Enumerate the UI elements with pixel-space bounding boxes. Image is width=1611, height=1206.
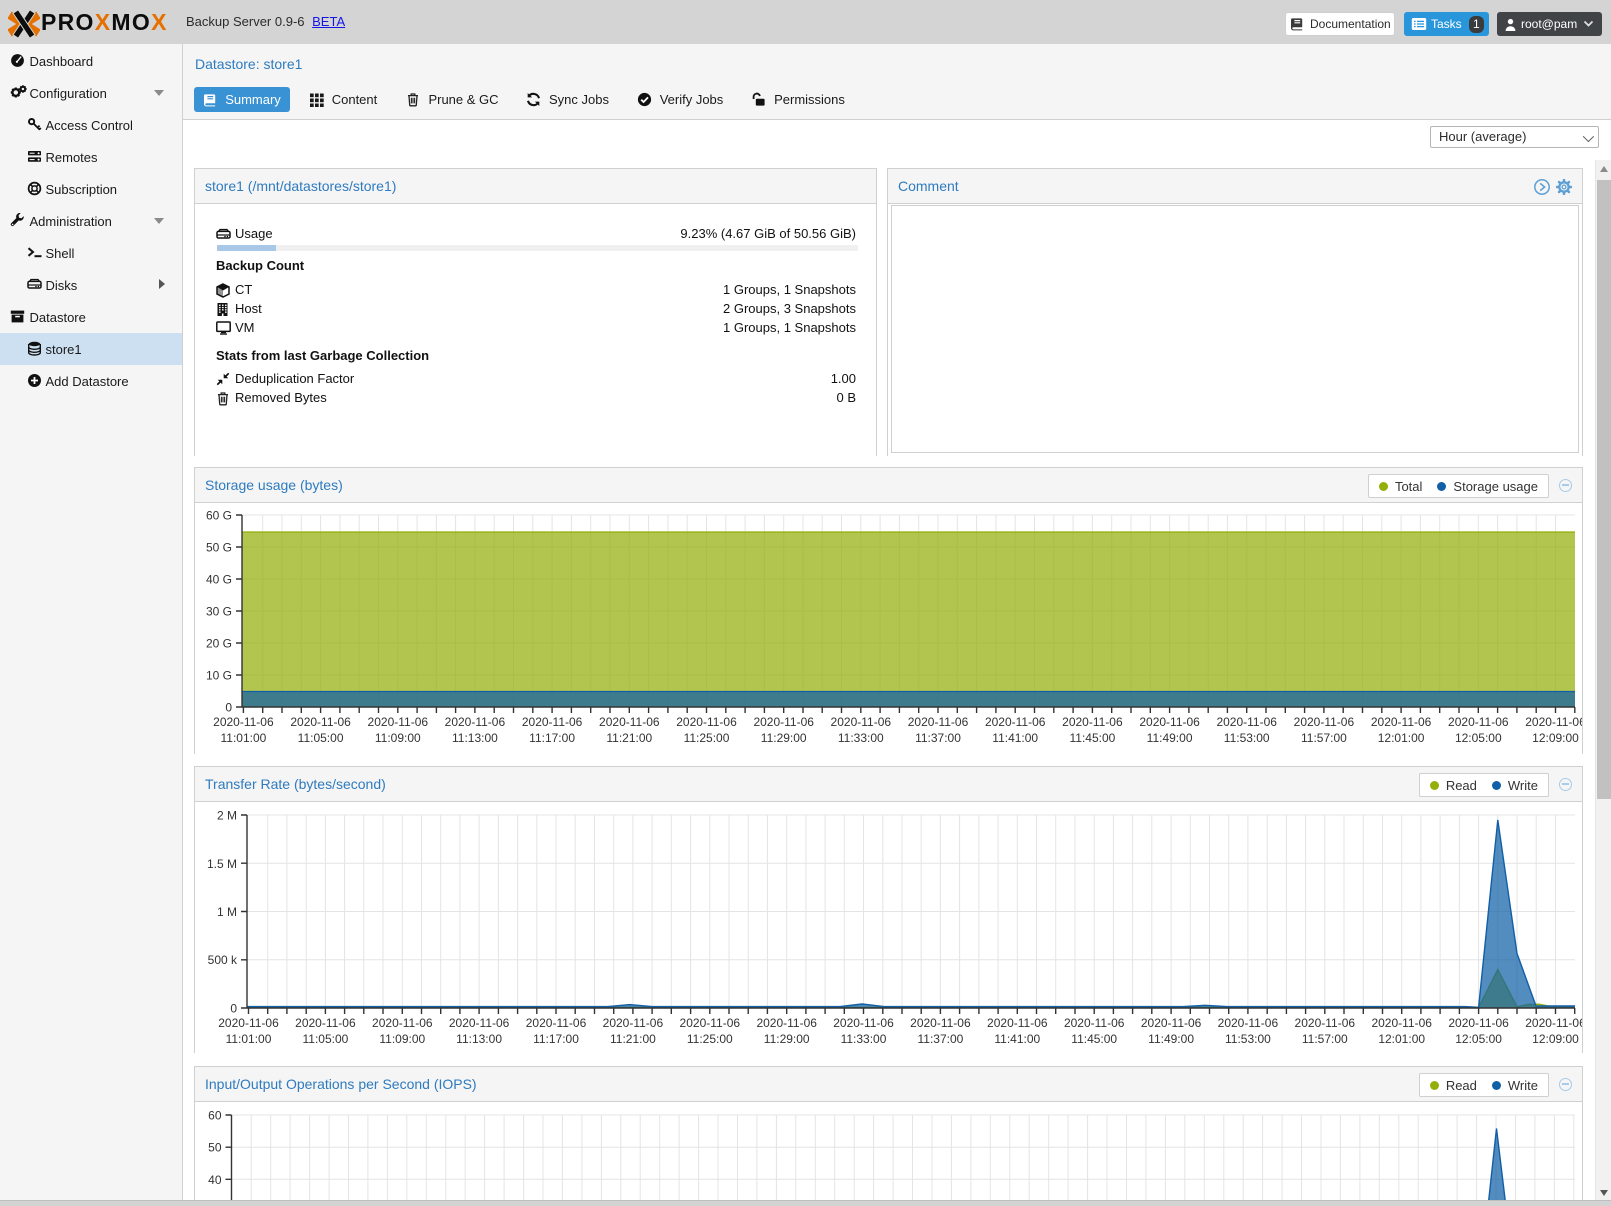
svg-text:2020-11-06: 2020-11-06 — [833, 1016, 894, 1030]
svg-text:500 k: 500 k — [208, 953, 238, 967]
svg-text:11:05:00: 11:05:00 — [298, 731, 344, 745]
svg-text:11:21:00: 11:21:00 — [610, 1032, 656, 1046]
svg-text:11:49:00: 11:49:00 — [1147, 731, 1193, 745]
svg-text:11:57:00: 11:57:00 — [1302, 1032, 1348, 1046]
svg-text:2020-11-06: 2020-11-06 — [908, 715, 969, 729]
svg-text:2020-11-06: 2020-11-06 — [987, 1016, 1048, 1030]
svg-text:11:09:00: 11:09:00 — [375, 731, 421, 745]
svg-text:2020-11-06: 2020-11-06 — [1294, 715, 1355, 729]
svg-text:11:25:00: 11:25:00 — [687, 1032, 733, 1046]
svg-text:2020-11-06: 2020-11-06 — [1295, 1016, 1356, 1030]
svg-text:2020-11-06: 2020-11-06 — [1371, 1016, 1432, 1030]
svg-text:2020-11-06: 2020-11-06 — [1139, 715, 1200, 729]
svg-text:2020-11-06: 2020-11-06 — [290, 715, 351, 729]
svg-text:11:25:00: 11:25:00 — [684, 731, 730, 745]
svg-text:11:37:00: 11:37:00 — [917, 1032, 963, 1046]
svg-text:11:01:00: 11:01:00 — [226, 1032, 272, 1046]
svg-text:2020-11-06: 2020-11-06 — [1218, 1016, 1279, 1030]
svg-text:2020-11-06: 2020-11-06 — [603, 1016, 664, 1030]
svg-text:12:01:00: 12:01:00 — [1378, 1032, 1425, 1046]
svg-text:11:13:00: 11:13:00 — [452, 731, 498, 745]
svg-text:11:41:00: 11:41:00 — [994, 1032, 1040, 1046]
svg-text:2020-11-06: 2020-11-06 — [372, 1016, 433, 1030]
svg-text:0: 0 — [230, 1002, 237, 1016]
svg-text:2020-11-06: 2020-11-06 — [985, 715, 1046, 729]
svg-text:2020-11-06: 2020-11-06 — [445, 715, 506, 729]
svg-text:2020-11-06: 2020-11-06 — [295, 1016, 356, 1030]
svg-text:10 G: 10 G — [206, 669, 232, 683]
svg-text:2020-11-06: 2020-11-06 — [676, 715, 737, 729]
svg-text:30 G: 30 G — [206, 605, 232, 619]
svg-text:11:29:00: 11:29:00 — [764, 1032, 810, 1046]
svg-text:11:01:00: 11:01:00 — [220, 731, 266, 745]
svg-text:11:05:00: 11:05:00 — [302, 1032, 348, 1046]
svg-text:40: 40 — [208, 1173, 222, 1187]
svg-text:11:17:00: 11:17:00 — [529, 731, 575, 745]
svg-text:50: 50 — [208, 1141, 222, 1155]
svg-text:40 G: 40 G — [206, 573, 232, 587]
svg-text:11:29:00: 11:29:00 — [761, 731, 807, 745]
svg-text:11:13:00: 11:13:00 — [456, 1032, 502, 1046]
svg-text:11:09:00: 11:09:00 — [379, 1032, 425, 1046]
svg-text:0: 0 — [225, 701, 232, 715]
svg-text:11:33:00: 11:33:00 — [841, 1032, 887, 1046]
svg-text:50 G: 50 G — [206, 541, 232, 555]
svg-text:2020-11-06: 2020-11-06 — [599, 715, 660, 729]
svg-text:12:01:00: 12:01:00 — [1378, 731, 1425, 745]
svg-text:2020-11-06: 2020-11-06 — [1064, 1016, 1125, 1030]
svg-text:11:21:00: 11:21:00 — [606, 731, 652, 745]
svg-text:2020-11-06: 2020-11-06 — [218, 1016, 279, 1030]
svg-text:11:49:00: 11:49:00 — [1148, 1032, 1194, 1046]
svg-text:2020-11-06: 2020-11-06 — [1371, 715, 1432, 729]
svg-text:12:05:00: 12:05:00 — [1455, 731, 1502, 745]
svg-text:2020-11-06: 2020-11-06 — [831, 715, 892, 729]
svg-text:11:37:00: 11:37:00 — [915, 731, 961, 745]
svg-text:60 G: 60 G — [206, 509, 232, 523]
svg-text:60: 60 — [208, 1109, 222, 1123]
svg-text:11:45:00: 11:45:00 — [1069, 731, 1115, 745]
svg-text:2020-11-06: 2020-11-06 — [1525, 1016, 1582, 1030]
svg-text:2020-11-06: 2020-11-06 — [449, 1016, 510, 1030]
svg-text:1 M: 1 M — [217, 905, 237, 919]
svg-text:1.5 M: 1.5 M — [207, 857, 237, 871]
svg-text:2020-11-06: 2020-11-06 — [526, 1016, 587, 1030]
svg-text:11:57:00: 11:57:00 — [1301, 731, 1347, 745]
svg-text:2020-11-06: 2020-11-06 — [1448, 715, 1509, 729]
svg-text:2020-11-06: 2020-11-06 — [680, 1016, 741, 1030]
svg-text:11:17:00: 11:17:00 — [533, 1032, 579, 1046]
svg-text:2020-11-06: 2020-11-06 — [213, 715, 274, 729]
svg-text:2020-11-06: 2020-11-06 — [1141, 1016, 1202, 1030]
svg-text:2020-11-06: 2020-11-06 — [1525, 715, 1582, 729]
svg-text:12:09:00: 12:09:00 — [1532, 1032, 1579, 1046]
svg-text:2020-11-06: 2020-11-06 — [1216, 715, 1277, 729]
svg-text:2020-11-06: 2020-11-06 — [1062, 715, 1123, 729]
svg-text:2020-11-06: 2020-11-06 — [753, 715, 814, 729]
svg-text:12:09:00: 12:09:00 — [1532, 731, 1579, 745]
svg-text:2020-11-06: 2020-11-06 — [1448, 1016, 1509, 1030]
svg-text:11:53:00: 11:53:00 — [1224, 731, 1270, 745]
svg-text:12:05:00: 12:05:00 — [1455, 1032, 1502, 1046]
svg-text:2020-11-06: 2020-11-06 — [522, 715, 583, 729]
svg-text:2020-11-06: 2020-11-06 — [756, 1016, 817, 1030]
svg-text:20 G: 20 G — [206, 637, 232, 651]
svg-text:2020-11-06: 2020-11-06 — [910, 1016, 971, 1030]
svg-text:2020-11-06: 2020-11-06 — [368, 715, 429, 729]
svg-text:11:45:00: 11:45:00 — [1071, 1032, 1117, 1046]
svg-text:11:33:00: 11:33:00 — [838, 731, 884, 745]
svg-text:11:53:00: 11:53:00 — [1225, 1032, 1271, 1046]
svg-text:11:41:00: 11:41:00 — [992, 731, 1038, 745]
svg-text:2 M: 2 M — [217, 809, 237, 823]
